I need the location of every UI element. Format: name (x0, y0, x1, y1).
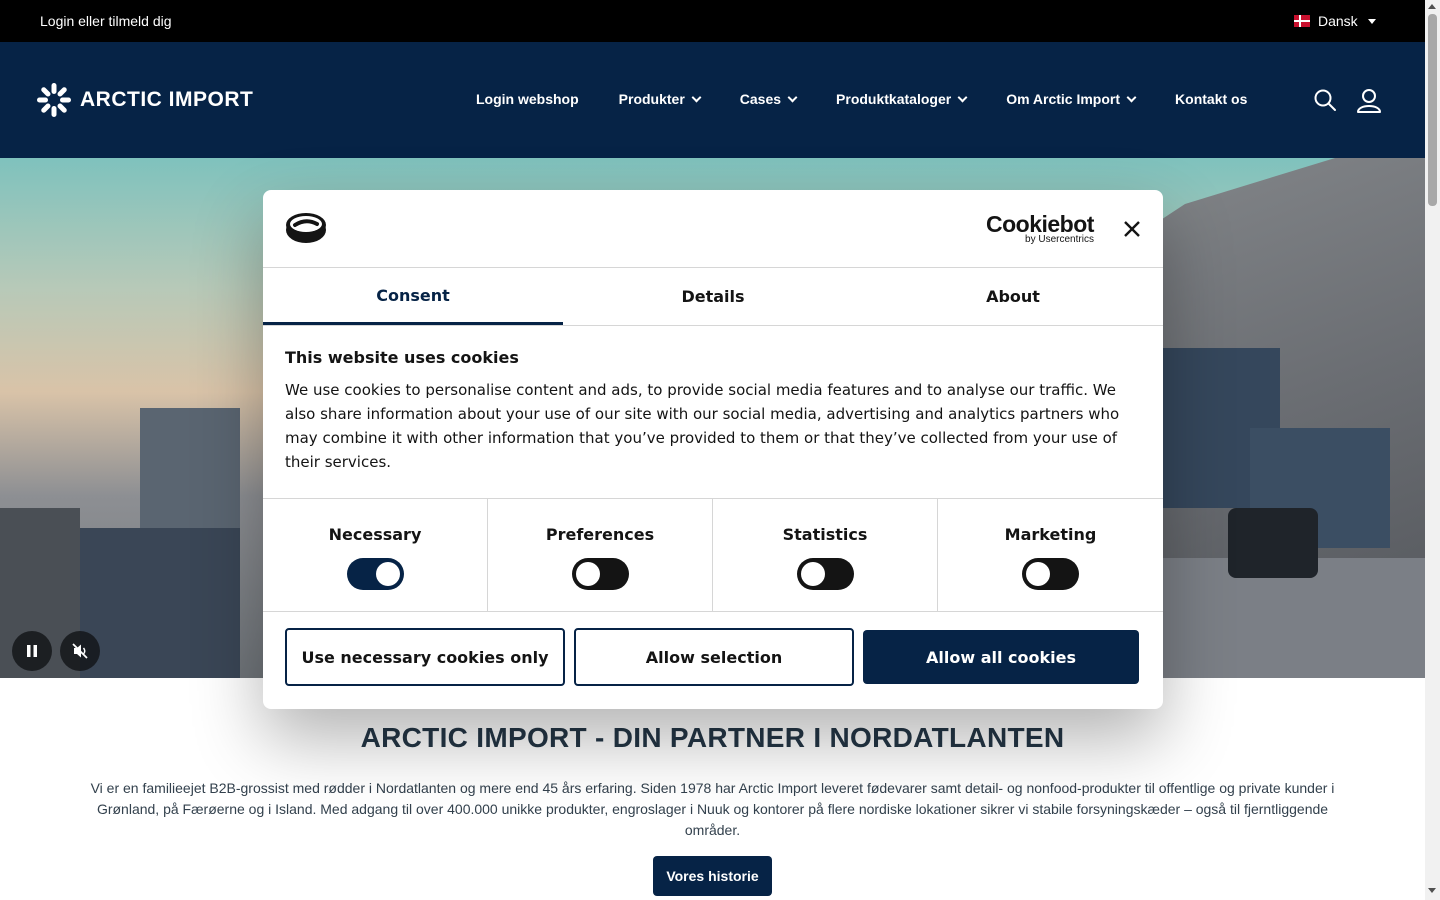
nav-produkter[interactable]: Produkter (618, 91, 702, 107)
tab-consent[interactable]: Consent (263, 268, 563, 325)
dialog-header: Cookiebot by Usercentrics (263, 190, 1163, 268)
pause-button[interactable] (12, 631, 52, 671)
dialog-tabs: Consent Details About (263, 268, 1163, 326)
cookie-category-toggles: Necessary Preferences Statistics Marketi… (263, 498, 1163, 612)
snowflake-logo-icon (37, 83, 71, 117)
nav-cases[interactable]: Cases (739, 91, 798, 107)
mute-button[interactable] (60, 631, 100, 671)
toggle-label: Marketing (1004, 525, 1097, 544)
intro-text: Vi er en familieejet B2B-grossist med rø… (90, 780, 1335, 838)
toggle-statistics: Statistics (713, 499, 938, 612)
nav-label: Kontakt os (1175, 91, 1248, 107)
toggle-marketing: Marketing (938, 499, 1163, 612)
cookiebot-name: Cookiebot (986, 211, 1094, 237)
nav-kontakt-os[interactable]: Kontakt os (1175, 91, 1247, 107)
toggle-label: Preferences (545, 525, 655, 544)
toggle-necessary: Necessary (263, 499, 488, 612)
login-signup-link[interactable]: Login eller tilmeld dig (40, 13, 172, 29)
scroll-up-icon[interactable] (1428, 4, 1436, 9)
logo[interactable]: ARCTIC IMPORT (36, 82, 253, 118)
allow-all-button[interactable]: Allow all cookies (863, 630, 1139, 684)
danish-flag-icon (1294, 15, 1310, 27)
switch-knob (1026, 562, 1050, 586)
dialog-actions: Use necessary cookies only Allow selecti… (285, 628, 1139, 686)
intro-title: ARCTIC IMPORT - DIN PARTNER I NORDATLANT… (360, 722, 1065, 753)
chevron-down-icon (787, 92, 798, 102)
scrollbar-thumb[interactable] (1428, 14, 1437, 206)
caret-down-icon (1367, 18, 1376, 24)
top-bar: Login eller tilmeld dig Dansk (0, 0, 1425, 42)
language-label: Dansk (1318, 13, 1358, 29)
main-header: ARCTIC IMPORT Login webshop Produkter Ca… (0, 42, 1425, 158)
cookie-description: We use cookies to personalise content an… (285, 381, 1120, 471)
toggle-label: Necessary (328, 525, 422, 544)
switch-knob (800, 562, 825, 586)
user-icon[interactable] (1356, 88, 1382, 114)
page-scrollbar[interactable] (1425, 0, 1440, 900)
allow-selection-button[interactable]: Allow selection (574, 628, 854, 686)
nav-label: Login webshop (476, 91, 579, 107)
pause-icon (27, 645, 37, 657)
tab-about[interactable]: About (863, 268, 1163, 325)
cookie-heading: This website uses cookies (285, 348, 519, 367)
statistics-switch[interactable] (796, 558, 854, 590)
search-icon[interactable] (1313, 88, 1337, 112)
nav-label: Om Arctic Import (1006, 91, 1121, 107)
toggle-preferences: Preferences (488, 499, 713, 612)
use-necessary-only-button[interactable]: Use necessary cookies only (285, 628, 565, 686)
nav-label: Produktkataloger (836, 91, 952, 107)
hero-building (80, 528, 240, 678)
nav-om-arctic-import[interactable]: Om Arctic Import (1006, 91, 1137, 107)
dialog-body: This website uses cookies We use cookies… (285, 348, 1125, 474)
brand-name: ARCTIC IMPORT (80, 88, 254, 111)
switch-knob (375, 562, 400, 586)
nav-label: Cases (739, 91, 782, 107)
nav-produktkataloger[interactable]: Produktkataloger (836, 91, 968, 107)
chevron-down-icon (957, 92, 968, 102)
chevron-down-icon (691, 92, 702, 102)
toggle-label: Statistics (782, 525, 868, 544)
nav-login-webshop[interactable]: Login webshop (476, 91, 579, 107)
close-icon[interactable] (1122, 219, 1142, 239)
cookiebot-logo-icon (286, 213, 326, 243)
cookie-consent-dialog: Cookiebot by Usercentrics Consent Detail… (263, 190, 1163, 709)
nav-label: Produkter (618, 91, 685, 107)
chevron-down-icon (1126, 92, 1137, 102)
necessary-switch[interactable] (346, 558, 404, 590)
tab-details[interactable]: Details (563, 268, 863, 325)
switch-knob (575, 562, 600, 586)
hero-car (1228, 508, 1318, 578)
scroll-down-icon[interactable] (1428, 888, 1436, 893)
our-story-button[interactable]: Vores historie (653, 856, 772, 896)
mute-icon (72, 643, 88, 659)
cookiebot-brand: Cookiebot by Usercentrics (986, 212, 1094, 245)
preferences-switch[interactable] (571, 558, 629, 590)
marketing-switch[interactable] (1022, 558, 1079, 590)
main-nav: Login webshop Produkter Cases Produktkat… (476, 91, 1287, 107)
language-selector[interactable]: Dansk (1294, 13, 1376, 29)
